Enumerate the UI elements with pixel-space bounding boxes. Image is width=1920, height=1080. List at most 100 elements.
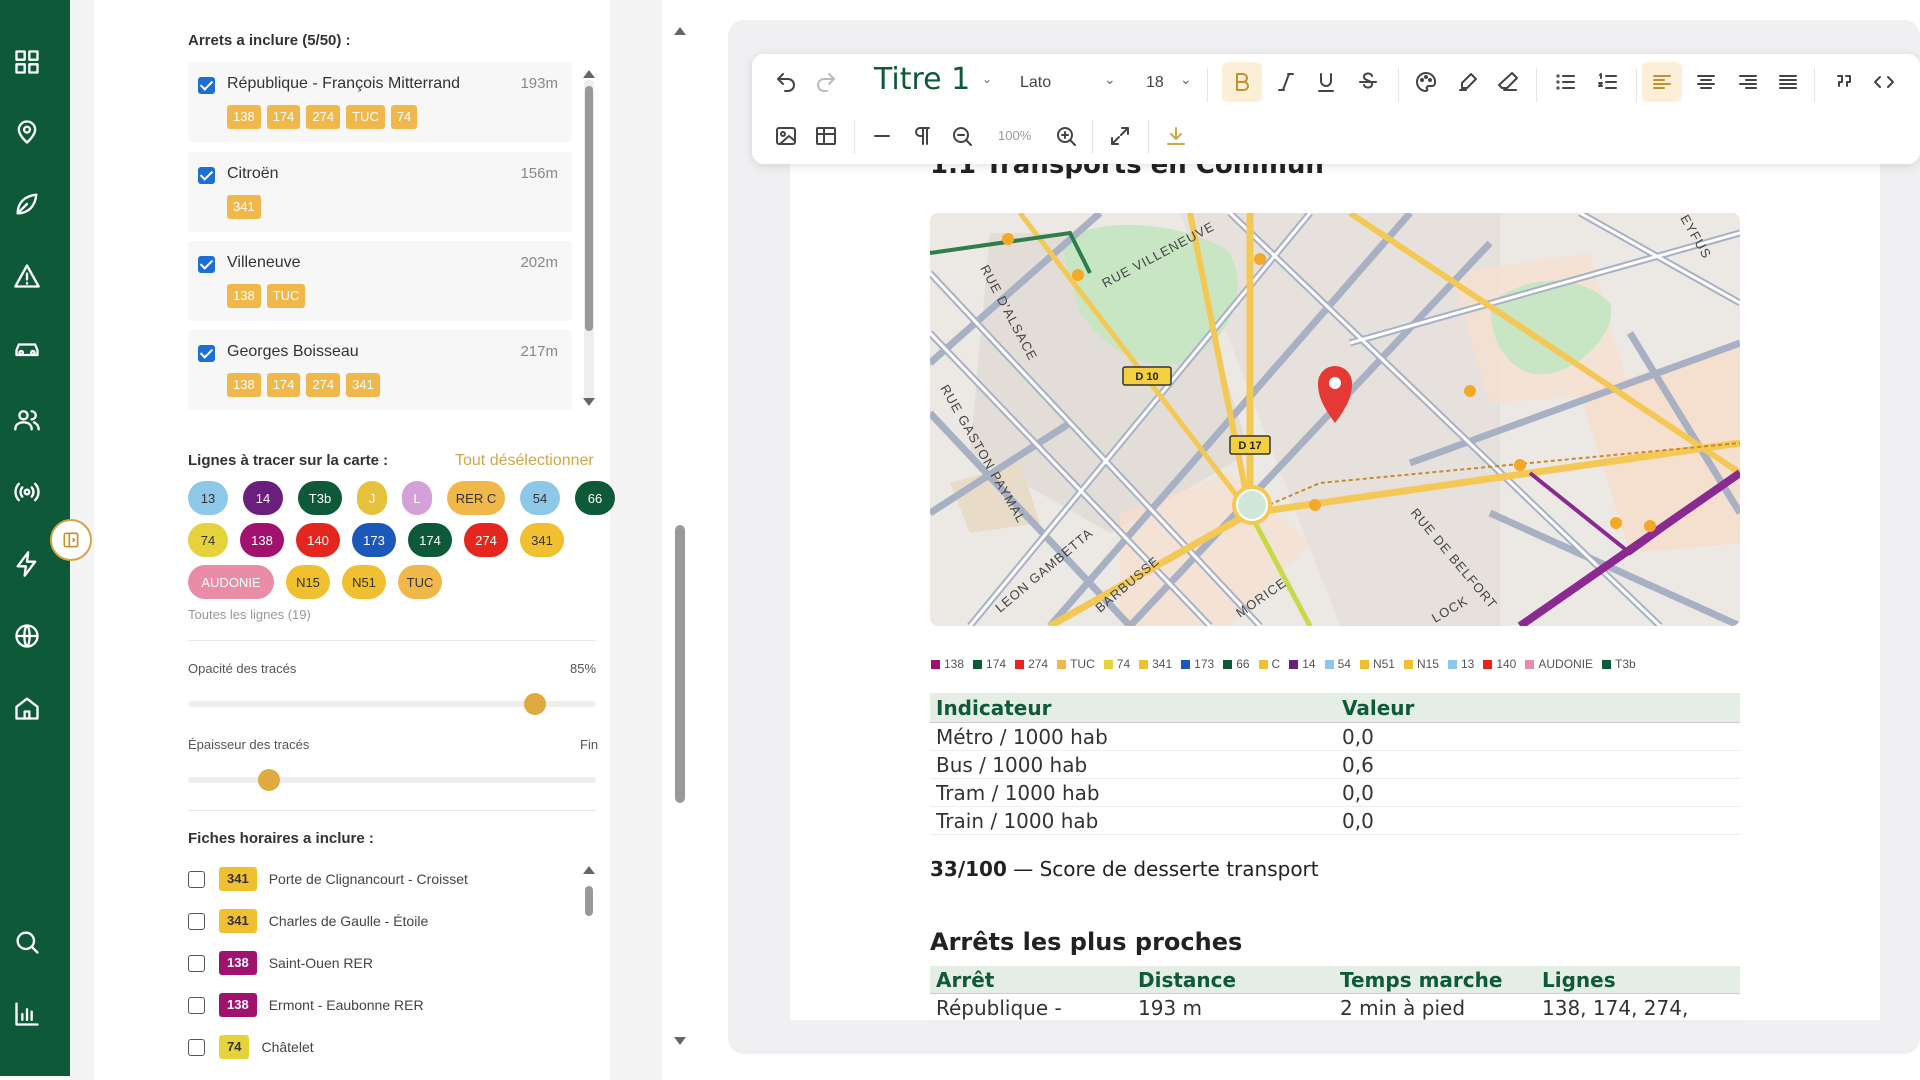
stop-item[interactable]: République - François Mitterrand 193m 138 1… [188, 62, 572, 142]
line-pill[interactable]: N15 [286, 565, 330, 599]
scroll-up-icon[interactable] [583, 70, 595, 78]
fiche-checkbox[interactable] [188, 954, 205, 972]
chevron-down-icon[interactable]: ⌄ [1104, 71, 1116, 88]
fiche-item[interactable]: 74 Châtelet [188, 1034, 314, 1060]
stop-distance: 193m [520, 75, 558, 92]
line-pill[interactable]: 74 [188, 523, 228, 557]
stop-checkbox[interactable] [198, 345, 215, 362]
line-pill[interactable]: T3b [298, 481, 342, 515]
size-select[interactable]: 18 [1146, 74, 1164, 92]
home-icon[interactable] [13, 694, 41, 722]
line-pill[interactable]: 54 [520, 481, 560, 515]
thickness-slider[interactable] [188, 777, 596, 783]
fiche-checkbox[interactable] [188, 1038, 205, 1056]
line-pill[interactable]: 140 [296, 523, 340, 557]
globe-icon[interactable] [13, 622, 41, 650]
page-scroll-down-icon[interactable] [674, 1037, 686, 1045]
line-pill[interactable]: 13 [188, 481, 228, 515]
line-pill[interactable]: AUDONIE [188, 565, 274, 599]
line-chip: 74 [390, 105, 418, 129]
fiche-checkbox[interactable] [188, 870, 205, 888]
legend-swatch [1223, 659, 1233, 669]
stop-item[interactable]: Villeneuve 202m 138 TUC [188, 241, 572, 321]
fiche-checkbox[interactable] [188, 912, 205, 930]
image-icon[interactable] [772, 122, 800, 150]
highlighter-icon[interactable] [1454, 68, 1482, 96]
line-pill[interactable]: 173 [352, 523, 396, 557]
scroll-down-icon[interactable] [583, 398, 595, 406]
stops-scrollbar-thumb[interactable] [585, 86, 593, 331]
fiche-item[interactable]: 138 Ermont - Eaubonne RER [188, 992, 424, 1018]
stop-checkbox[interactable] [198, 167, 215, 184]
map-pin-icon[interactable] [13, 118, 41, 146]
line-pill[interactable]: 174 [408, 523, 452, 557]
stop-checkbox[interactable] [198, 77, 215, 94]
legend-label: 13 [1460, 657, 1475, 671]
underline-icon[interactable] [1312, 68, 1340, 96]
search-icon[interactable] [13, 928, 41, 956]
style-select[interactable]: Titre 1 [874, 62, 970, 97]
align-justify-icon[interactable] [1774, 68, 1802, 96]
quote-icon[interactable] [1830, 68, 1858, 96]
strikethrough-icon[interactable] [1354, 68, 1382, 96]
numbered-list-icon[interactable] [1594, 68, 1622, 96]
font-select[interactable]: Lato [1020, 74, 1051, 92]
line-pill[interactable]: 66 [575, 481, 615, 515]
chevron-down-icon[interactable]: ⌄ [982, 72, 992, 86]
line-pill[interactable]: 274 [464, 523, 508, 557]
zoom-out-icon[interactable] [948, 122, 976, 150]
line-pill[interactable]: J [357, 481, 387, 515]
undo-icon[interactable] [772, 68, 800, 96]
align-left-icon[interactable] [1642, 62, 1682, 102]
fiche-item[interactable]: 341 Porte de Clignancourt - Croisset [188, 866, 468, 892]
table-icon[interactable] [812, 122, 840, 150]
fiches-scrollbar-thumb[interactable] [585, 886, 593, 916]
scroll-up-icon[interactable] [583, 866, 595, 874]
italic-icon[interactable] [1272, 68, 1300, 96]
align-center-icon[interactable] [1692, 68, 1720, 96]
palette-icon[interactable] [1412, 68, 1440, 96]
eraser-icon[interactable] [1494, 68, 1522, 96]
bullet-list-icon[interactable] [1552, 68, 1580, 96]
fiche-item[interactable]: 138 Saint-Ouen RER [188, 950, 373, 976]
fullscreen-icon[interactable] [1106, 122, 1134, 150]
lightning-icon[interactable] [13, 550, 41, 578]
align-right-icon[interactable] [1734, 68, 1762, 96]
line-pill[interactable]: 138 [240, 523, 284, 557]
fiche-checkbox[interactable] [188, 996, 205, 1014]
stop-item[interactable]: Citroën 156m 341 [188, 152, 572, 232]
legend-swatch [1447, 659, 1457, 669]
legend-item: 274 [1015, 657, 1048, 671]
download-icon[interactable] [1162, 122, 1190, 150]
grid-icon[interactable] [13, 48, 41, 76]
broadcast-icon[interactable] [13, 478, 41, 506]
stop-checkbox[interactable] [198, 256, 215, 273]
zoom-in-icon[interactable] [1052, 122, 1080, 150]
fiche-item[interactable]: 341 Charles de Gaulle - Étoile [188, 908, 428, 934]
chevron-down-icon[interactable]: ⌄ [1180, 71, 1192, 88]
deselect-all-link[interactable]: Tout désélectionner [455, 452, 594, 470]
line-pill[interactable]: TUC [398, 565, 442, 599]
transport-map[interactable]: D 10 D 17 RUE VILLENEUVE RUE D'ALSACE RU… [930, 213, 1740, 626]
fiche-name: Ermont - Eaubonne RER [268, 997, 424, 1013]
redo-icon[interactable] [812, 68, 840, 96]
car-icon[interactable] [13, 334, 41, 362]
line-pill[interactable]: 341 [520, 523, 564, 557]
leaf-icon[interactable] [13, 190, 41, 218]
horizontal-rule-icon[interactable] [868, 122, 896, 150]
paragraph-icon[interactable] [908, 122, 936, 150]
users-icon[interactable] [13, 406, 41, 434]
page-scrollbar-thumb[interactable] [675, 525, 685, 803]
line-pill[interactable]: 14 [243, 481, 283, 515]
collapse-panel-button[interactable] [50, 519, 92, 561]
page-scroll-up-icon[interactable] [674, 27, 686, 35]
opacity-slider-handle[interactable] [523, 693, 546, 715]
warning-icon[interactable] [13, 262, 41, 290]
stop-item[interactable]: Georges Boisseau 217m 138 174 274 341 [188, 330, 572, 410]
chart-icon[interactable] [13, 1000, 41, 1028]
bold-icon[interactable] [1222, 62, 1262, 102]
code-icon[interactable] [1870, 68, 1898, 96]
line-pill[interactable]: N51 [342, 565, 386, 599]
line-pill[interactable]: L [402, 481, 432, 515]
line-pill[interactable]: RER C [447, 481, 505, 515]
